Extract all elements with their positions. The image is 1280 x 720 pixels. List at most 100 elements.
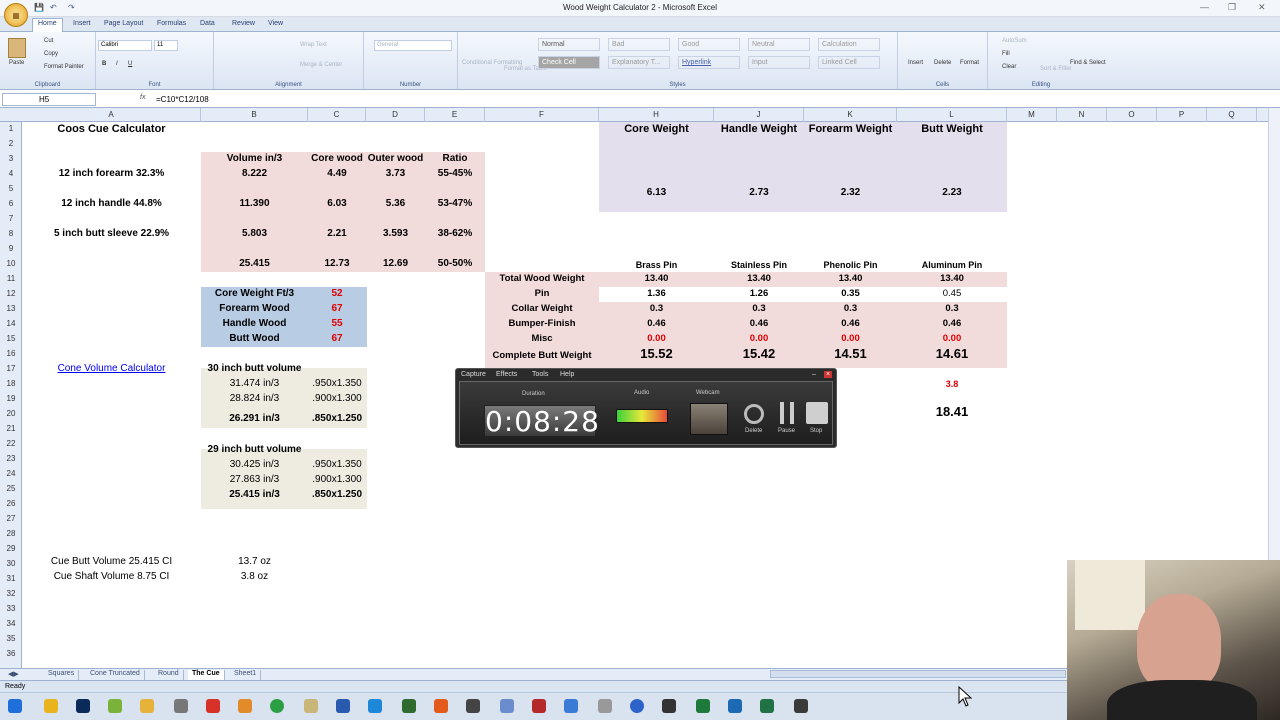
header-volume[interactable]: Volume in/3	[201, 152, 308, 166]
row-header[interactable]: 23	[0, 454, 22, 463]
row-header[interactable]: 1	[0, 124, 22, 133]
butt30-dims[interactable]: .950x1.350	[308, 377, 366, 391]
wood-weight-value[interactable]: 52	[308, 287, 366, 301]
app-icon-1[interactable]	[44, 699, 58, 713]
recorder-menu-tools[interactable]: Tools	[532, 371, 548, 378]
row-header[interactable]: 20	[0, 409, 22, 418]
butt30-title[interactable]: 30 inch butt volume	[201, 362, 308, 376]
sheet-tab-round[interactable]: Round	[154, 670, 184, 680]
weight-header-core[interactable]: Core Weight	[599, 122, 714, 136]
row-header[interactable]: 31	[0, 574, 22, 583]
cue-butt-volume-label[interactable]: Cue Butt Volume 25.415 CI	[22, 555, 201, 569]
calc-value[interactable]: 0.46	[714, 317, 804, 331]
butt29-dims[interactable]: .900x1.300	[308, 473, 366, 487]
tab-home[interactable]: Home	[32, 18, 63, 32]
office-button[interactable]: ▦	[4, 3, 28, 27]
cone-volume-link[interactable]: Cone Volume Calculator	[22, 362, 201, 376]
calc-value[interactable]: 0.46	[897, 317, 1007, 331]
calc-row-label[interactable]: Misc	[485, 332, 599, 346]
column-header-q[interactable]: Q	[1207, 108, 1257, 122]
recorder-minimize-icon[interactable]: –	[812, 371, 816, 378]
paste-button[interactable]: Paste	[9, 60, 24, 66]
row-header[interactable]: 34	[0, 619, 22, 628]
column-header-h[interactable]: H	[599, 108, 714, 122]
undo-icon[interactable]: ↶	[50, 3, 57, 12]
calc-value[interactable]: 0.3	[714, 302, 804, 316]
row-header[interactable]: 28	[0, 529, 22, 538]
column-header-c[interactable]: C	[308, 108, 366, 122]
app-icon-13[interactable]	[434, 699, 448, 713]
row-header[interactable]: 3	[0, 154, 22, 163]
calc-value[interactable]: 0.46	[599, 317, 714, 331]
section-label[interactable]: 5 inch butt sleeve 22.9%	[22, 227, 201, 241]
outer-value[interactable]: 5.36	[366, 197, 425, 211]
paste-icon[interactable]	[8, 38, 26, 58]
font-name-select[interactable]: Calibri	[98, 40, 152, 51]
butt29-title[interactable]: 29 inch butt volume	[201, 443, 308, 457]
insert-cells-button[interactable]: Insert	[908, 60, 923, 66]
minimize-icon[interactable]: —	[1200, 2, 1209, 12]
style-calculation[interactable]: Calculation	[818, 38, 880, 51]
total-cue-weight-value[interactable]: 18.41	[897, 405, 1007, 419]
butt29-volume[interactable]: 30.425 in/3	[201, 458, 308, 472]
complete-butt-weight-value[interactable]: 14.61	[897, 347, 1007, 361]
copy-button[interactable]: Copy	[44, 51, 58, 57]
cue-shaft-volume-label[interactable]: Cue Shaft Volume 8.75 CI	[22, 570, 201, 584]
row-header[interactable]: 19	[0, 394, 22, 403]
calc-row-label[interactable]: Pin	[485, 287, 599, 301]
app-icon-14[interactable]	[466, 699, 480, 713]
sheet-tab-sheet1[interactable]: Sheet1	[230, 670, 262, 680]
recorder-close-icon[interactable]: ×	[824, 371, 833, 378]
find-select-button[interactable]: Find & Select	[1070, 60, 1106, 66]
recorder-menu-help[interactable]: Help	[560, 371, 574, 378]
italic-icon[interactable]: I	[116, 61, 118, 67]
butt30-dims[interactable]: .900x1.300	[308, 392, 366, 406]
formula-input[interactable]: =C10*C12/108	[156, 95, 209, 104]
delete-icon[interactable]	[744, 404, 764, 424]
butt30-volume[interactable]: 31.474 in/3	[201, 377, 308, 391]
row-header[interactable]: 27	[0, 514, 22, 523]
app-icon-9[interactable]	[304, 699, 318, 713]
calc-value[interactable]: 1.26	[714, 287, 804, 301]
volume-value[interactable]: 11.390	[201, 197, 308, 211]
complete-butt-weight-value[interactable]: 15.42	[714, 347, 804, 361]
number-format-select[interactable]: General	[374, 40, 452, 51]
chrome-icon[interactable]	[270, 699, 284, 713]
pin-type-header[interactable]: Aluminum Pin	[897, 258, 1007, 272]
row-header[interactable]: 22	[0, 439, 22, 448]
app-icon-18[interactable]	[598, 699, 612, 713]
weight-header-handle[interactable]: Handle Weight	[714, 122, 804, 136]
calc-value[interactable]: 0.00	[897, 332, 1007, 346]
calc-value[interactable]: 0.3	[599, 302, 714, 316]
firefox-icon[interactable]	[630, 699, 644, 713]
excel-icon[interactable]	[760, 699, 774, 713]
windows-start-icon[interactable]	[8, 699, 22, 713]
app-icon-3[interactable]	[108, 699, 122, 713]
complete-butt-weight-value[interactable]: 15.52	[599, 347, 714, 361]
tab-view[interactable]: View	[263, 19, 288, 31]
app-icon-16[interactable]	[532, 699, 546, 713]
sheet-title[interactable]: Coos Cue Calculator	[22, 122, 201, 136]
row-header[interactable]: 26	[0, 499, 22, 508]
dreamweaver-icon[interactable]	[402, 699, 416, 713]
format-painter-button[interactable]: Format Painter	[44, 64, 84, 70]
row-header[interactable]: 16	[0, 349, 22, 358]
underline-icon[interactable]: U	[128, 61, 132, 67]
row-header[interactable]: 18	[0, 379, 22, 388]
row-header[interactable]: 36	[0, 649, 22, 658]
delete-button[interactable]: Delete	[745, 428, 762, 434]
style-neutral[interactable]: Neutral	[748, 38, 810, 51]
wood-weight-value[interactable]: 67	[308, 332, 366, 346]
calc-row-label[interactable]: Collar Weight	[485, 302, 599, 316]
column-header-b[interactable]: B	[201, 108, 308, 122]
app-icon-7[interactable]	[238, 699, 252, 713]
outer-value[interactable]: 3.73	[366, 167, 425, 181]
butt29-volume[interactable]: 25.415 in/3	[201, 488, 308, 502]
core-total[interactable]: 12.73	[308, 257, 366, 271]
pause-button[interactable]: Pause	[778, 428, 795, 434]
screen-recorder-widget[interactable]: Capture Effects Tools Help – × Duration …	[455, 368, 837, 448]
style-check-cell[interactable]: Check Cell	[538, 56, 600, 69]
recorder-menu-effects[interactable]: Effects	[496, 371, 517, 378]
weight-value-handle[interactable]: 2.73	[714, 186, 804, 200]
wood-weight-label[interactable]: Butt Wood	[201, 332, 308, 346]
